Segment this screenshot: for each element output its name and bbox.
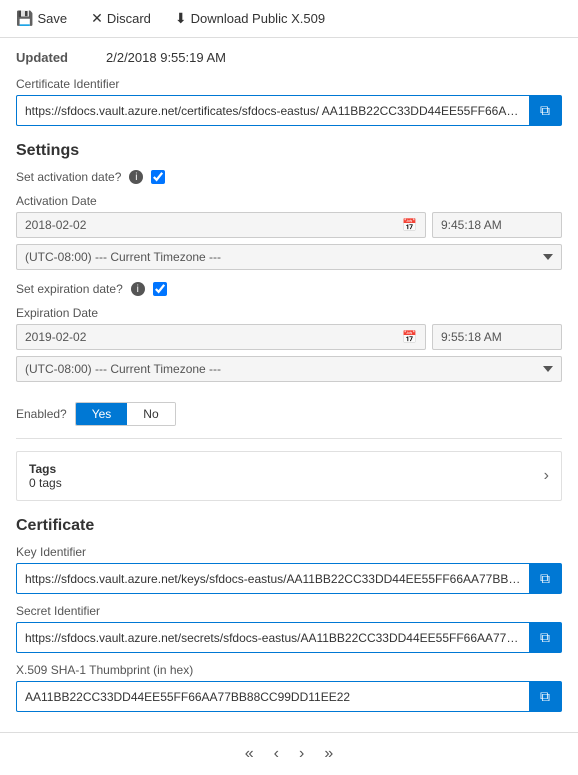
tags-chevron-icon: › [544, 467, 549, 485]
activation-date-input-wrapper: 📅 [16, 212, 426, 238]
tags-title: Tags [29, 462, 544, 476]
discard-icon: ✕ [91, 10, 103, 27]
activation-date-row: 📅 [16, 212, 562, 238]
expiration-date-checkbox[interactable] [153, 282, 167, 296]
expiration-info-icon[interactable]: i [131, 282, 145, 296]
cert-identifier-label: Certificate Identifier [16, 77, 562, 91]
tags-row[interactable]: Tags 0 tags › [16, 451, 562, 501]
activation-date-checkbox-row: Set activation date? i [16, 170, 562, 184]
first-page-button[interactable]: « [239, 741, 260, 767]
activation-date-input[interactable] [25, 218, 396, 232]
activation-calendar-icon[interactable]: 📅 [402, 218, 417, 232]
enabled-row: Enabled? Yes No [16, 402, 562, 426]
yes-button[interactable]: Yes [76, 403, 128, 425]
toolbar: 💾 Save ✕ Discard ⬇ Download Public X.509 [0, 0, 578, 38]
expiration-date-field-label: Expiration Date [16, 306, 562, 320]
no-button[interactable]: No [127, 403, 174, 425]
download-label: Download Public X.509 [191, 11, 325, 26]
thumbprint-row: ⧉ [16, 681, 562, 712]
key-identifier-copy-button[interactable]: ⧉ [529, 564, 561, 593]
activation-date-checkbox[interactable] [151, 170, 165, 184]
download-button[interactable]: ⬇ Download Public X.509 [171, 8, 329, 29]
next-page-button[interactable]: › [293, 741, 310, 767]
save-button[interactable]: 💾 Save [12, 8, 71, 29]
certificate-title: Certificate [16, 517, 562, 535]
expiration-date-checkbox-row: Set expiration date? i [16, 282, 562, 296]
main-content: Updated 2/2/2018 9:55:19 AM Certificate … [0, 38, 578, 732]
settings-title: Settings [16, 142, 562, 160]
key-identifier-label: Key Identifier [16, 545, 562, 559]
activation-timezone-select[interactable]: (UTC-08:00) --- Current Timezone --- [16, 244, 562, 270]
enabled-label: Enabled? [16, 407, 67, 421]
updated-value: 2/2/2018 9:55:19 AM [106, 50, 226, 65]
enabled-toggle-group: Yes No [75, 402, 176, 426]
expiration-date-input[interactable] [25, 330, 396, 344]
expiration-timezone-select[interactable]: (UTC-08:00) --- Current Timezone --- [16, 356, 562, 382]
expiration-date-input-wrapper: 📅 [16, 324, 426, 350]
save-label: Save [37, 11, 67, 26]
download-icon: ⬇ [175, 10, 187, 27]
updated-label: Updated [16, 50, 106, 65]
key-identifier-input[interactable] [17, 566, 529, 592]
secret-identifier-row: ⧉ [16, 622, 562, 653]
copy-key-icon: ⧉ [540, 570, 550, 587]
thumbprint-input[interactable] [17, 684, 529, 710]
copy-secret-icon: ⧉ [540, 629, 550, 646]
thumbprint-copy-button[interactable]: ⧉ [529, 682, 561, 711]
copy-thumbprint-icon: ⧉ [540, 688, 550, 705]
expiration-date-row: 📅 [16, 324, 562, 350]
thumbprint-label: X.509 SHA-1 Thumbprint (in hex) [16, 663, 562, 677]
discard-button[interactable]: ✕ Discard [87, 8, 155, 29]
save-icon: 💾 [16, 10, 33, 27]
activation-date-field-label: Activation Date [16, 194, 562, 208]
secret-identifier-input[interactable] [17, 625, 529, 651]
discard-label: Discard [107, 11, 151, 26]
expiration-date-label: Set expiration date? [16, 282, 123, 296]
tags-content: Tags 0 tags [29, 462, 544, 490]
expiration-time-input[interactable] [432, 324, 562, 350]
cert-identifier-input[interactable] [17, 98, 529, 124]
activation-date-label: Set activation date? [16, 170, 121, 184]
navigation-bar: « ‹ › » [0, 732, 578, 775]
tags-count: 0 tags [29, 476, 544, 490]
secret-identifier-copy-button[interactable]: ⧉ [529, 623, 561, 652]
activation-info-icon[interactable]: i [129, 170, 143, 184]
copy-icon: ⧉ [540, 102, 550, 119]
prev-page-button[interactable]: ‹ [268, 741, 285, 767]
divider-1 [16, 438, 562, 439]
secret-identifier-label: Secret Identifier [16, 604, 562, 618]
last-page-button[interactable]: » [318, 741, 339, 767]
activation-time-input[interactable] [432, 212, 562, 238]
cert-identifier-copy-button[interactable]: ⧉ [529, 96, 561, 125]
key-identifier-row: ⧉ [16, 563, 562, 594]
cert-identifier-row: ⧉ [16, 95, 562, 126]
updated-row: Updated 2/2/2018 9:55:19 AM [16, 50, 562, 65]
expiration-calendar-icon[interactable]: 📅 [402, 330, 417, 344]
